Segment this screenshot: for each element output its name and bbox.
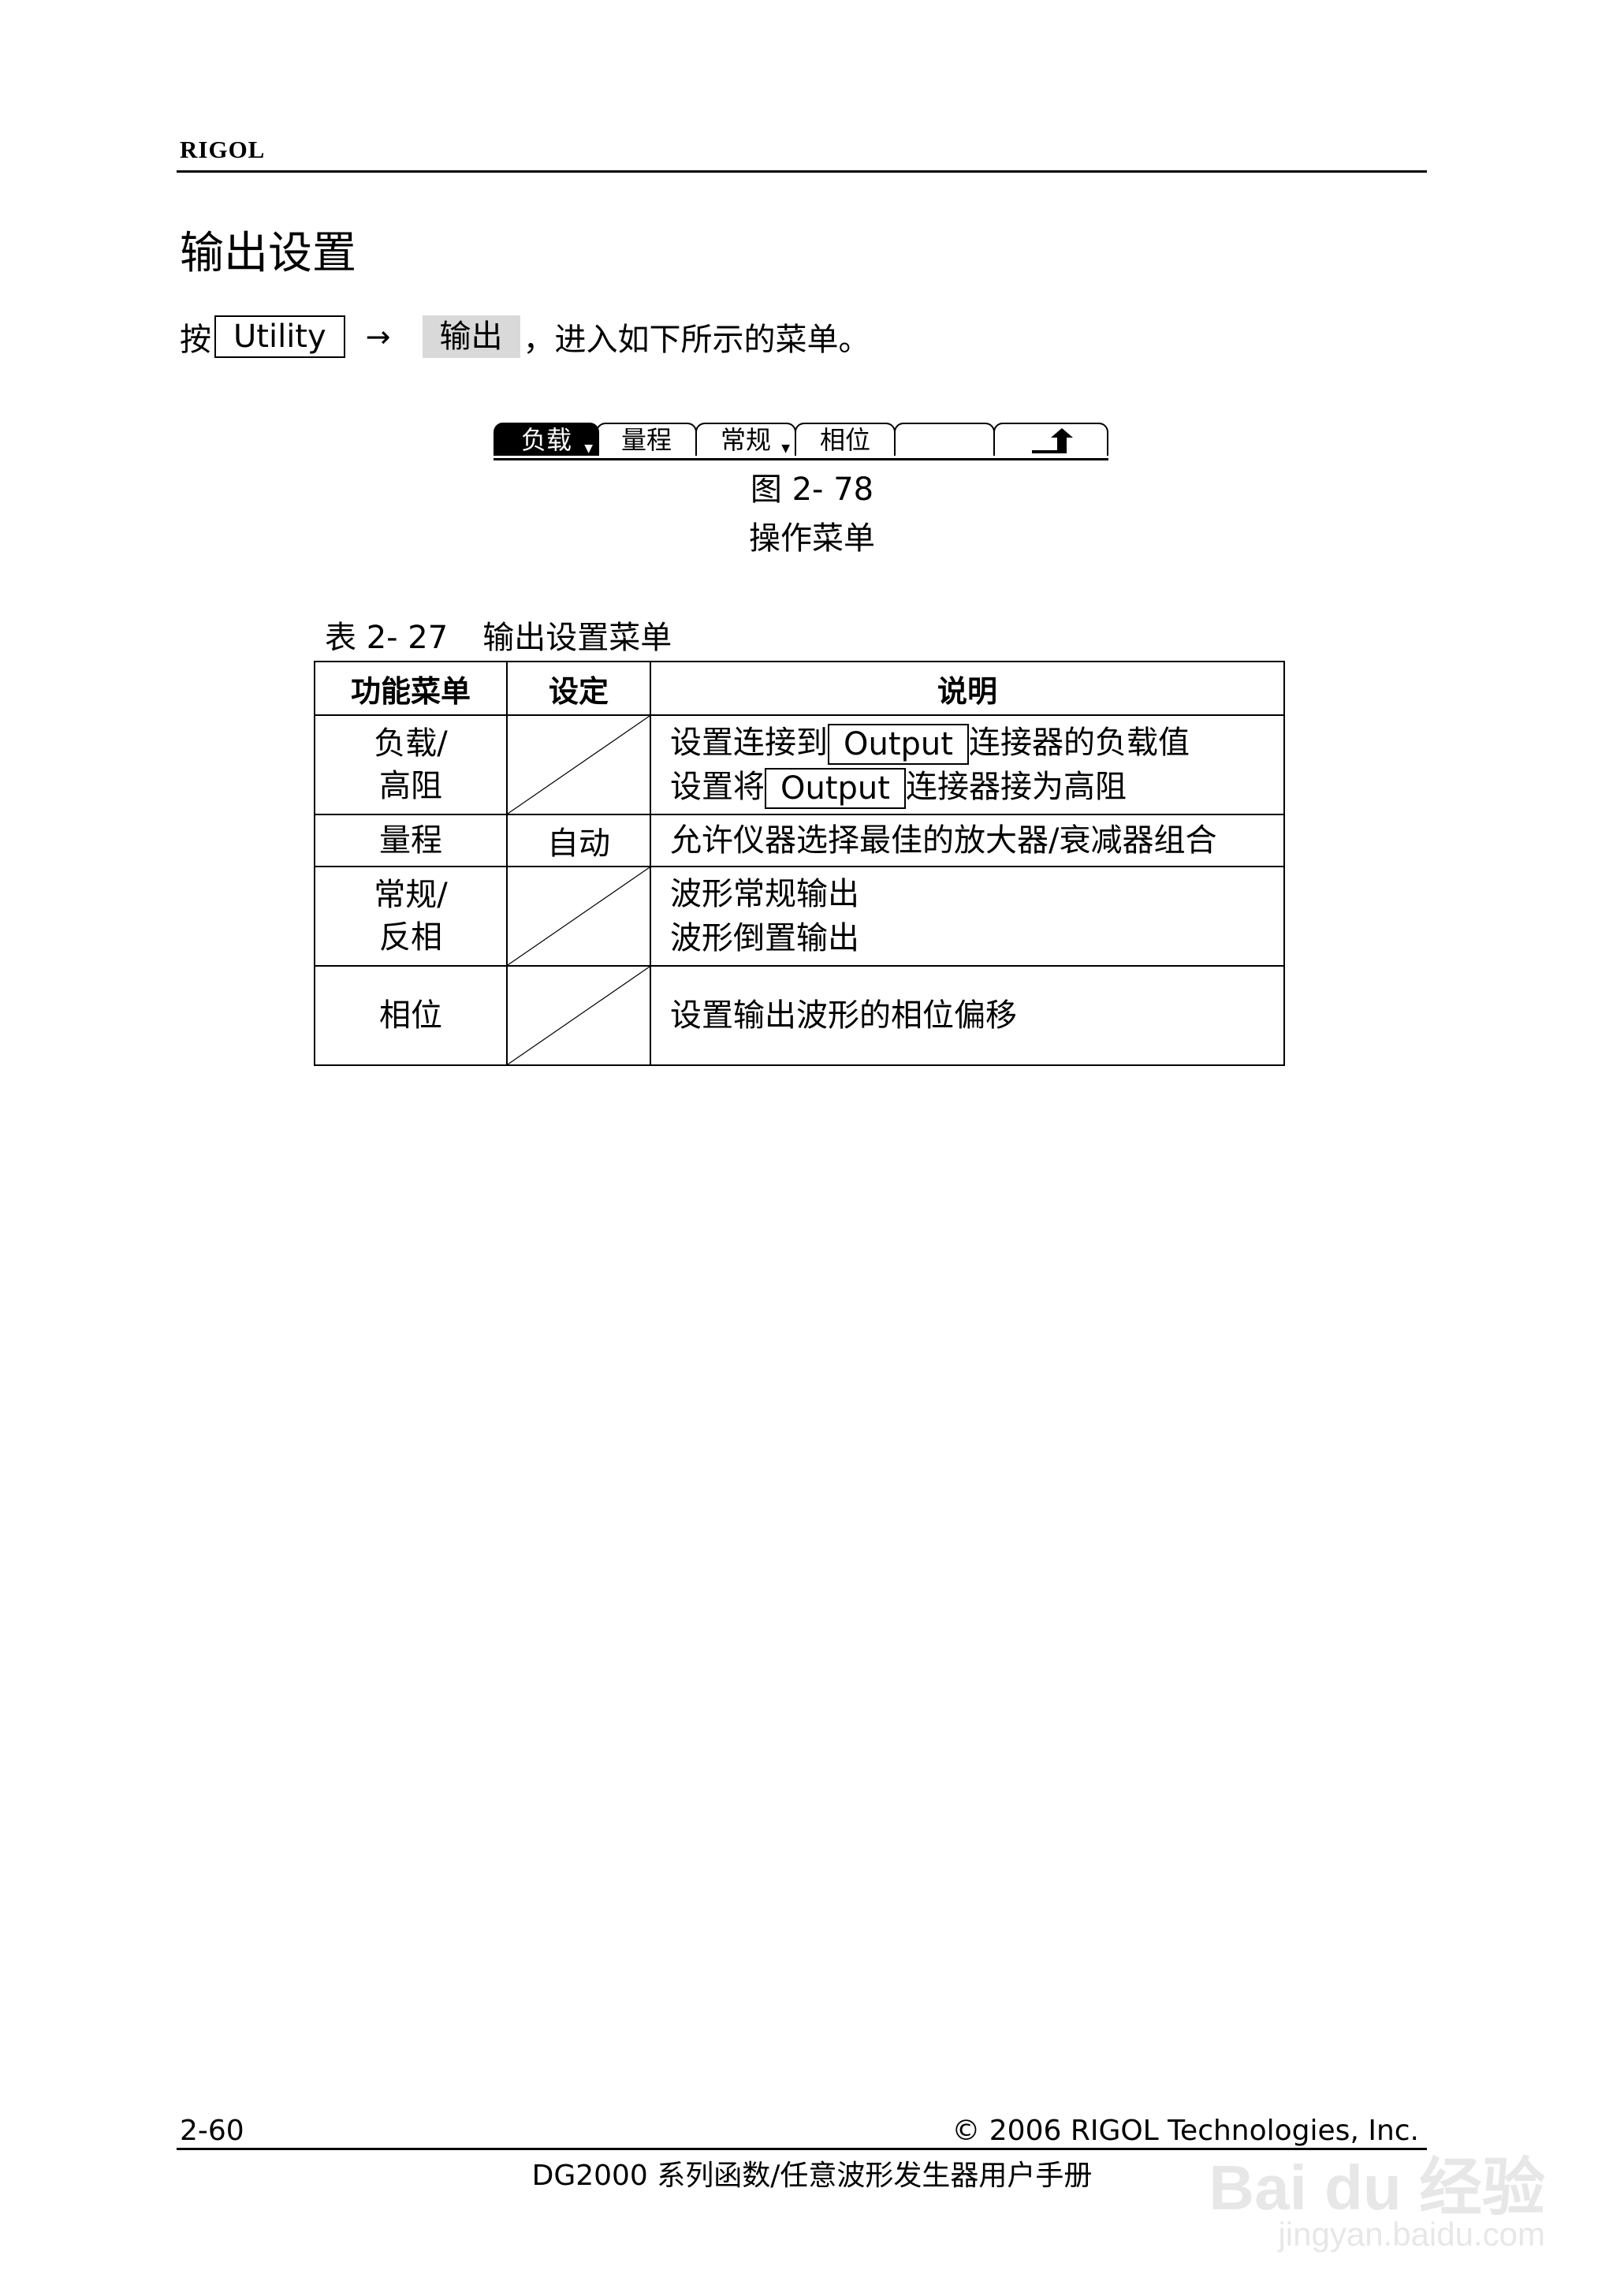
menu-cell: 相位 [314,965,508,1066]
menu-key-phase: 相位 [795,423,896,456]
menu-key-load: 负载 ▼ [494,423,599,456]
menu-label: 负载/ [374,725,448,762]
menu-label: 常规/ [374,877,448,913]
table-row: 相位 设置输出波形的相位偏移 [314,965,1285,1066]
figure-number: 图 2- 78 [750,472,874,508]
header-rule [177,170,1427,173]
instruction-line: 按 Utility → 输出 ，进入如下所示的菜单。 [180,314,870,360]
menu-key-return [993,423,1108,456]
header-function-menu: 功能菜单 [314,661,508,716]
diagonal-slash [508,867,650,965]
section-title: 输出设置 [180,228,356,279]
arrow-right-icon: → [365,319,391,354]
table-title: 输出设置菜单 [482,620,672,656]
description-cell: 设置连接到 Output 连接器的负载值 设置将 Output 连接器接为高阻 [650,714,1285,815]
output-softkey: 输出 [422,315,520,358]
description-cell: 设置输出波形的相位偏移 [650,965,1285,1066]
diagonal-slash [508,716,650,814]
menu-cell: 负载/ 高阻 [314,714,508,815]
menu-key-empty [894,423,995,456]
menu-cell: 量程 [314,814,508,867]
menu-key-range: 量程 [596,423,697,456]
page-number: 2-60 [180,2115,244,2147]
setting-cell-empty [506,714,651,815]
description-cell: 允许仪器选择最佳的放大器/衰减器组合 [650,814,1285,867]
menu-label: 高阻 [379,768,442,804]
header-description: 说明 [650,661,1285,716]
description-line: 设置连接到 Output 连接器的负载值 [670,721,1283,765]
instruction-suffix: ，进入如下所示的菜单。 [523,322,870,358]
output-settings-table: 功能菜单 设定 说明 负载/ 高阻 设置连接到 Output 连接器的负载值 设置将… [314,661,1285,1066]
menu-key-label: 常规 [720,425,771,455]
setting-cell: 自动 [506,814,651,867]
output-connector-label: Output [828,724,969,765]
setting-cell-empty [506,866,651,967]
watermark-url: jingyan.baidu.com [1278,2216,1545,2253]
description-line: 设置将 Output 连接器接为高阻 [670,765,1283,809]
table-row: 常规/ 反相 波形常规输出 波形倒置输出 [314,866,1285,967]
diagonal-slash [508,967,650,1064]
submenu-indicator-icon: ▼ [584,442,593,455]
brand-logo: RIGOL [180,136,266,163]
description-line: 波形倒置输出 [670,920,859,956]
watermark-logo: Bai du 经验 [1209,2152,1545,2223]
instruction-prefix: 按 [180,322,211,358]
description-line: 允许仪器选择最佳的放大器/衰减器组合 [670,822,1217,859]
table-header-row: 功能菜单 设定 说明 [314,661,1285,716]
menu-cell: 常规/ 反相 [314,866,508,967]
menu-label: 量程 [379,822,442,859]
softkey-menu-bar: 负载 ▼ 量程 常规 ▼ 相位 [494,423,1108,460]
submenu-indicator-icon: ▼ [781,442,790,455]
table-caption: 表 2- 27 输出设置菜单 [325,612,672,658]
menu-label: 相位 [379,997,442,1034]
table-number: 表 2- 27 [325,620,449,656]
description-cell: 波形常规输出 波形倒置输出 [650,866,1285,967]
description-line: 设置输出波形的相位偏移 [670,997,1017,1034]
return-arrow-icon [1032,428,1073,453]
setting-cell-empty [506,965,651,1066]
header-setting: 设定 [506,661,651,716]
figure-title: 操作菜单 [749,520,875,557]
menu-bar-rule [494,458,1108,460]
menu-label: 反相 [379,919,442,956]
table-row: 量程 自动 允许仪器选择最佳的放大器/衰减器组合 [314,814,1285,867]
description-line: 波形常规输出 [670,876,859,912]
menu-key-normal: 常规 ▼ [695,423,796,456]
utility-key: Utility [214,315,345,358]
menu-key-label: 相位 [819,425,870,455]
baidu-watermark: Bai du 经验 jingyan.baidu.com [1209,2097,1545,2263]
output-connector-label: Output [765,768,906,809]
menu-key-label: 负载 [520,425,572,455]
table-row: 负载/ 高阻 设置连接到 Output 连接器的负载值 设置将 Output 连接器接为… [314,714,1285,815]
menu-key-label: 量程 [620,425,672,455]
